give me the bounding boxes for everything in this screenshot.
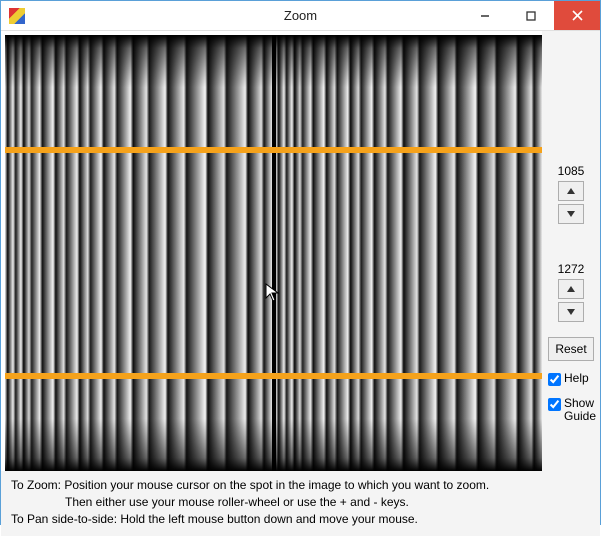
showguide-checkbox-label: Show Guide	[564, 397, 596, 423]
side-panel: 1085 1272 Reset Help Show Guide	[542, 31, 600, 471]
reset-button-label: Reset	[555, 342, 586, 356]
spectral-pane-right	[276, 35, 543, 471]
app-icon	[9, 8, 25, 24]
vertical-fade	[276, 35, 543, 471]
minimize-button[interactable]	[462, 1, 508, 30]
help-line-3: To Pan side-to-side: Hold the left mouse…	[11, 511, 590, 528]
help-checkbox-label: Help	[564, 372, 589, 385]
spectral-pane-left	[5, 35, 272, 471]
help-checkbox-row[interactable]: Help	[548, 372, 594, 386]
showguide-checkbox-row[interactable]: Show Guide	[548, 397, 594, 423]
close-button[interactable]	[554, 1, 600, 30]
value2-up-button[interactable]	[558, 279, 584, 299]
image-viewer[interactable]	[5, 35, 542, 471]
reset-button[interactable]: Reset	[548, 337, 594, 361]
guide-line-bottom	[5, 373, 542, 379]
value1-up-button[interactable]	[558, 181, 584, 201]
help-text: To Zoom: Position your mouse cursor on t…	[1, 471, 600, 536]
showguide-checkbox[interactable]	[548, 398, 561, 411]
help-checkbox[interactable]	[548, 373, 561, 386]
help-line-2: Then either use your mouse roller-wheel …	[11, 494, 590, 511]
content-area: 1085 1272 Reset Help Show Guide	[1, 31, 600, 471]
value1-down-button[interactable]	[558, 204, 584, 224]
value2-down-button[interactable]	[558, 302, 584, 322]
window-buttons	[462, 1, 600, 30]
value1-display: 1085	[548, 164, 594, 178]
value2-display: 1272	[548, 262, 594, 276]
guide-line-top	[5, 147, 542, 153]
vertical-fade	[5, 35, 272, 471]
help-line-1: To Zoom: Position your mouse cursor on t…	[11, 477, 590, 494]
maximize-button[interactable]	[508, 1, 554, 30]
spectral-panes	[5, 35, 542, 471]
titlebar: Zoom	[1, 1, 600, 31]
